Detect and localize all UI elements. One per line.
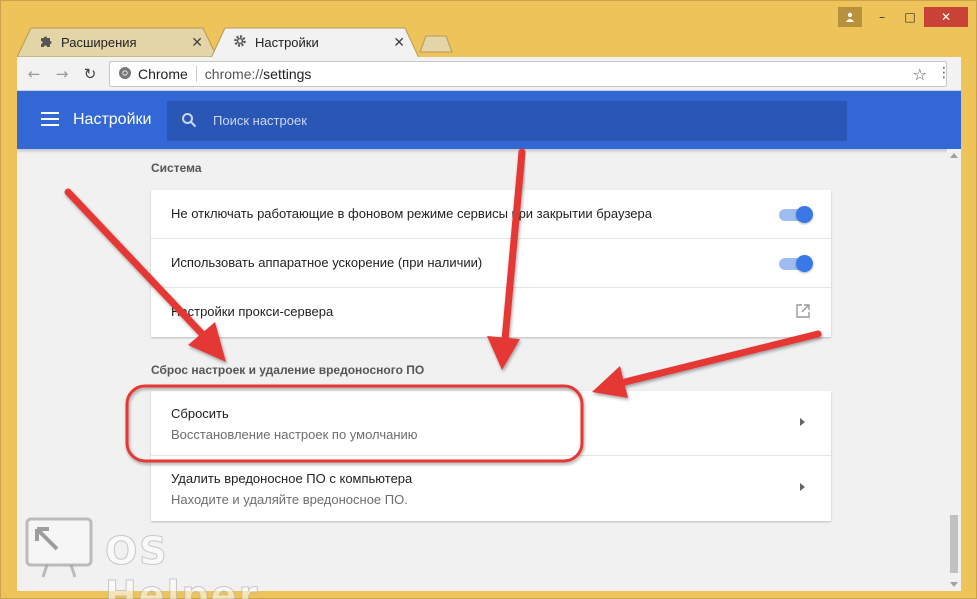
page-title: Настройки (73, 111, 152, 128)
background-apps-toggle[interactable] (779, 206, 813, 223)
tab-label: Расширения (61, 34, 137, 50)
address-bar[interactable]: Chrome chrome://settings (109, 61, 947, 87)
reset-card: Сбросить Восстановление настроек по умол… (151, 391, 831, 521)
tab-extensions[interactable]: Расширения ✕ (17, 27, 217, 57)
setting-row-hardware-acceleration[interactable]: Использовать аппаратное ускорение (при н… (151, 239, 831, 288)
chevron-right-icon (800, 418, 805, 426)
tab-label: Настройки (255, 34, 319, 50)
setting-row-proxy[interactable]: Настройки прокси-сервера (151, 288, 831, 337)
scroll-up-icon[interactable] (950, 153, 958, 158)
chrome-logo-icon (118, 66, 132, 83)
search-icon (181, 112, 197, 133)
site-chip[interactable]: Chrome (110, 66, 188, 83)
close-window-icon[interactable]: ✕ (924, 7, 968, 27)
url-text: chrome://settings (204, 66, 312, 82)
gear-icon (233, 34, 247, 51)
close-tab-icon[interactable]: ✕ (191, 34, 203, 51)
minimize-icon[interactable]: – (868, 7, 896, 27)
settings-search-field[interactable]: Поиск настроек (167, 101, 847, 141)
search-placeholder: Поиск настроек (213, 113, 307, 128)
browser-toolbar: ← → ↻ Chrome chrome://settings ☆ ⋮ (17, 57, 961, 91)
reload-icon[interactable]: ↻ (81, 65, 99, 83)
new-tab-button[interactable] (419, 35, 453, 53)
page-scrollbar[interactable] (947, 149, 961, 591)
bookmark-star-icon[interactable]: ☆ (913, 65, 927, 84)
setting-label: Использовать аппаратное ускорение (при н… (171, 255, 483, 270)
setting-label: Сбросить (171, 406, 229, 421)
chevron-right-icon (800, 483, 805, 491)
scroll-thumb[interactable] (950, 515, 958, 573)
setting-row-background-apps[interactable]: Не отключать работающие в фоновом режиме… (151, 190, 831, 239)
setting-label: Настройки прокси-сервера (171, 304, 334, 319)
profile-icon[interactable] (838, 7, 862, 27)
menu-dots-icon[interactable]: ⋮ (937, 65, 951, 81)
maximize-icon[interactable]: □ (896, 7, 924, 27)
setting-label: Удалить вредоносное ПО с компьютера (171, 471, 413, 486)
window-caption-buttons: – □ ✕ (838, 7, 968, 27)
site-chip-label: Chrome (138, 66, 188, 82)
system-card: Не отключать работающие в фоновом режиме… (151, 190, 831, 337)
puzzle-icon (39, 34, 53, 51)
setting-sublabel: Находите и удаляйте вредоносное ПО. (171, 492, 408, 507)
open-in-new-icon[interactable] (795, 303, 811, 324)
watermark-text: OS Helper (105, 529, 260, 599)
scroll-down-icon[interactable] (950, 582, 958, 587)
omnibox-divider (195, 66, 197, 82)
tab-strip: Расширения ✕ Настройки ✕ (17, 27, 617, 57)
hardware-acceleration-toggle[interactable] (779, 255, 813, 272)
watermark-logo: OS Helper (23, 515, 323, 599)
section-title-system: Система (151, 161, 202, 175)
setting-sublabel: Восстановление настроек по умолчанию (171, 427, 418, 442)
tab-settings[interactable]: Настройки ✕ (211, 27, 419, 57)
browser-window: – □ ✕ Расширения ✕ Настройки ✕ ← → ↻ Chr… (0, 0, 977, 599)
section-title-reset: Сброс настроек и удаление вредоносного П… (151, 363, 425, 377)
forward-icon[interactable]: → (53, 65, 71, 83)
setting-row-reset[interactable]: Сбросить Восстановление настроек по умол… (151, 391, 831, 456)
hamburger-menu-icon[interactable] (41, 112, 59, 126)
setting-row-cleanup[interactable]: Удалить вредоносное ПО с компьютера Нахо… (151, 456, 831, 521)
setting-label: Не отключать работающие в фоновом режиме… (171, 206, 652, 221)
back-icon[interactable]: ← (25, 65, 43, 83)
settings-header: Настройки Поиск настроек (17, 91, 961, 149)
close-tab-icon[interactable]: ✕ (393, 34, 405, 51)
